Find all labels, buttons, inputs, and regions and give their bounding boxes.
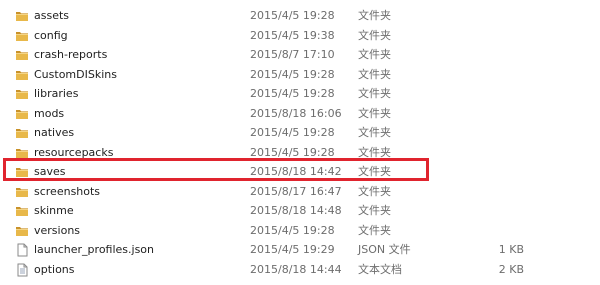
- file-name: skinme: [34, 204, 74, 217]
- file-name: natives: [34, 126, 75, 139]
- file-modified-date: 2015/8/7 17:10: [250, 48, 335, 61]
- file-modified-date: 2015/4/5 19:28: [250, 145, 335, 159]
- file-row-natives[interactable]: natives 2015/4/5 19:28 文件夹: [0, 123, 600, 143]
- folder-icon: [15, 126, 29, 140]
- file-type: 文件夹: [358, 48, 391, 61]
- file-name: resourcepacks: [34, 145, 114, 159]
- file-row-assets[interactable]: assets 2015/4/5 19:28 文件夹: [0, 6, 600, 26]
- file-modified-date: 2015/4/5 19:28: [250, 9, 335, 22]
- file-row-customdiskins[interactable]: CustomDISkins 2015/4/5 19:28 文件夹: [0, 65, 600, 85]
- folder-icon: [15, 146, 29, 160]
- file-name: launcher_profiles.json: [34, 243, 155, 256]
- file-size: 1 KB: [498, 243, 524, 256]
- file-modified-date: 2015/8/18 14:48: [250, 204, 342, 217]
- json-file-icon: [15, 243, 29, 257]
- file-modified-date: 2015/4/5 19:28: [250, 87, 335, 100]
- file-name: screenshots: [34, 184, 101, 198]
- folder-icon: [15, 165, 29, 179]
- file-name: libraries: [34, 87, 79, 100]
- folder-icon: [15, 68, 29, 82]
- file-row-screenshots[interactable]: screenshots 2015/8/17 16:47 文件夹: [0, 182, 600, 202]
- file-row-resourcepacks[interactable]: resourcepacks 2015/4/5 19:28 文件夹: [0, 143, 600, 163]
- file-type: 文件夹: [358, 67, 391, 81]
- file-modified-date: 2015/4/5 19:28: [250, 223, 335, 237]
- file-modified-date: 2015/4/5 19:29: [250, 243, 335, 256]
- folder-icon: [15, 185, 29, 199]
- file-name: crash-reports: [34, 48, 108, 61]
- folder-icon: [15, 9, 29, 23]
- file-name: config: [34, 28, 68, 42]
- file-modified-date: 2015/4/5 19:38: [250, 28, 335, 42]
- file-name: CustomDISkins: [34, 67, 117, 81]
- file-type: 文件夹: [358, 204, 391, 217]
- file-type: JSON 文件: [358, 243, 411, 256]
- file-modified-date: 2015/4/5 19:28: [250, 67, 335, 81]
- file-row-skinme[interactable]: skinme 2015/8/18 14:48 文件夹: [0, 201, 600, 221]
- file-type: 文件夹: [358, 184, 391, 198]
- file-type: 文件夹: [358, 28, 391, 42]
- file-row-options[interactable]: options 2015/8/18 14:44 文本文档 2 KB: [0, 260, 600, 280]
- file-modified-date: 2015/4/5 19:28: [250, 126, 335, 139]
- file-row-crash-reports[interactable]: crash-reports 2015/8/7 17:10 文件夹: [0, 45, 600, 65]
- folder-icon: [15, 204, 29, 218]
- file-modified-date: 2015/8/18 14:44: [250, 262, 342, 276]
- folder-icon: [15, 29, 29, 43]
- file-type: 文件夹: [358, 126, 391, 139]
- file-type: 文本文档: [358, 262, 402, 276]
- file-row-config[interactable]: config 2015/4/5 19:38 文件夹: [0, 26, 600, 46]
- file-name: saves: [34, 165, 66, 178]
- file-row-launcher-profiles-json[interactable]: launcher_profiles.json 2015/4/5 19:29 JSON…: [0, 240, 600, 260]
- file-type: 文件夹: [358, 165, 391, 178]
- file-size: 2 KB: [498, 262, 524, 276]
- file-type: 文件夹: [358, 145, 391, 159]
- file-row-versions[interactable]: versions 2015/4/5 19:28 文件夹: [0, 221, 600, 241]
- file-modified-date: 2015/8/18 14:42: [250, 165, 342, 178]
- file-type: 文件夹: [358, 106, 391, 120]
- file-type: 文件夹: [358, 9, 391, 22]
- file-name: options: [34, 262, 75, 276]
- file-row-mods[interactable]: mods 2015/8/18 16:06 文件夹: [0, 104, 600, 124]
- file-name: assets: [34, 9, 70, 22]
- folder-icon: [15, 87, 29, 101]
- file-list: assets 2015/4/5 19:28 文件夹 config 2015/4/5 19…: [0, 6, 600, 279]
- file-type: 文件夹: [358, 223, 391, 237]
- folder-icon: [15, 48, 29, 62]
- file-modified-date: 2015/8/17 16:47: [250, 184, 342, 198]
- file-name: versions: [34, 223, 81, 237]
- file-name: mods: [34, 106, 65, 120]
- text-document-icon: [15, 263, 29, 277]
- file-row-libraries[interactable]: libraries 2015/4/5 19:28 文件夹: [0, 84, 600, 104]
- file-modified-date: 2015/8/18 16:06: [250, 106, 342, 120]
- folder-icon: [15, 224, 29, 238]
- file-type: 文件夹: [358, 87, 391, 100]
- file-row-saves[interactable]: saves 2015/8/18 14:42 文件夹: [0, 162, 600, 182]
- folder-icon: [15, 107, 29, 121]
